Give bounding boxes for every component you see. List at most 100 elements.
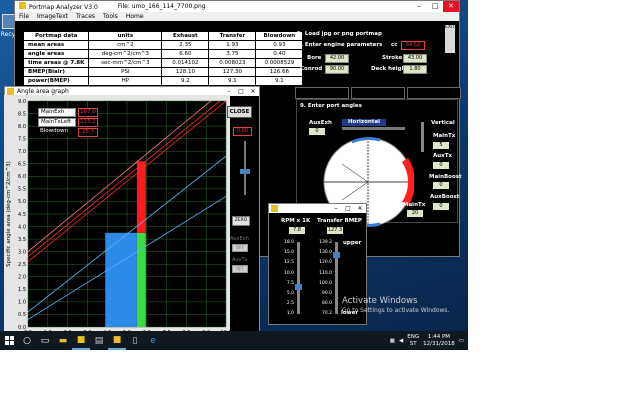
system-tray: ▦ ◀ ENG ST 1:44 PM 12/31/2018 ▭ [390, 331, 464, 350]
table-cell: 6.60 [161, 49, 210, 59]
barrel-adjust-track[interactable] [244, 141, 246, 195]
search-icon[interactable]: ○ [18, 331, 36, 350]
bore-input[interactable]: 42.00 [325, 54, 349, 63]
y-tick-label: 7.5 [18, 136, 26, 142]
store-icon[interactable]: ▤ [90, 331, 108, 350]
maintx-label: MainTx [433, 133, 456, 139]
clock-date: 12/31/2018 [423, 340, 455, 347]
input-language[interactable]: ENG ST [407, 334, 419, 348]
maximize-button[interactable]: □ [342, 204, 354, 213]
vertical-slider[interactable] [421, 122, 424, 152]
maintx-angle-input[interactable]: 20 [407, 210, 423, 217]
notification-icon[interactable]: ▭ [459, 338, 464, 344]
bore-label: Bore [307, 55, 322, 61]
table-cell: 3.75 [208, 49, 257, 59]
y-axis-label: Specific angle area (deg-cm^2/cm^3) [6, 161, 12, 267]
auxtx-toggle[interactable]: OFF [232, 265, 248, 273]
minimize-button[interactable]: – [411, 1, 427, 12]
menu-file[interactable]: File [19, 13, 29, 20]
table-cell: 9.1 [208, 76, 257, 86]
row-label: angle areas [22, 49, 90, 59]
edge-browser-icon[interactable]: e [144, 331, 162, 350]
tab-3[interactable] [407, 87, 461, 99]
mainboost-input[interactable]: 0 [433, 182, 449, 189]
recycle-bin-icon [1, 14, 15, 29]
rpm-slider-thumb[interactable] [295, 284, 302, 290]
volume-icon[interactable]: ◀ [399, 338, 403, 344]
bmep-slider-thumb[interactable] [333, 252, 340, 258]
menu-tools[interactable]: Tools [103, 13, 118, 20]
maximize-button[interactable]: □ [235, 87, 247, 96]
network-icon[interactable]: ▦ [390, 338, 395, 344]
minimize-button[interactable]: – [330, 204, 342, 213]
bmep-scale-tick: 120.0 [319, 260, 332, 266]
rpm-scale-tick: 15.0 [283, 250, 294, 256]
zero-button[interactable]: ZERO [232, 216, 250, 226]
y-tick-label: 6.0 [18, 174, 26, 180]
menu-traces[interactable]: Traces [76, 13, 95, 20]
table-row: angle areas deg-cm^2/cm^3 6.60 3.75 0.40 [22, 49, 304, 59]
file-explorer-icon[interactable]: ▬ [54, 331, 72, 350]
y-tick-label: 2.0 [18, 275, 26, 281]
deck-height-input[interactable]: 1.80 [403, 65, 427, 74]
clock[interactable]: 1:44 PM 12/31/2018 [423, 334, 455, 348]
menu-imagetext[interactable]: ImageText [37, 13, 68, 20]
auxexh-toggle[interactable]: OFF [232, 244, 248, 252]
maintx-input[interactable]: 5 [433, 142, 449, 149]
row-label: power(BMEP) [22, 76, 90, 86]
clock-time: 1:44 PM [427, 333, 451, 340]
maximize-button[interactable]: □ [427, 1, 443, 12]
table-cell: PSI [88, 67, 163, 77]
y-tick-label: 4.5 [18, 212, 26, 218]
y-tick-label: 0.0 [18, 325, 26, 331]
table-row: BMEP(Blair) PSI 128.10 127.30 126.66 [22, 67, 304, 77]
engine-parameters-panel: 1. Load jpg or png portmap 2. Enter engi… [293, 25, 455, 87]
taskbar: ○ ▭ ▬ ■ ▤ ■ ▯ e ▦ ◀ ENG ST 1:44 PM 12/31… [0, 331, 468, 350]
labview-taskbar-icon-2[interactable]: ■ [108, 331, 126, 350]
task-view-icon[interactable]: ▭ [36, 331, 54, 350]
close-window-button[interactable]: ✕ [354, 204, 366, 213]
rpm-scale-tick: 5.0 [286, 291, 294, 297]
close-window-button[interactable]: ✕ [443, 1, 459, 12]
auxboost-input[interactable]: 0 [433, 203, 449, 210]
notepad-icon[interactable]: ▯ [126, 331, 144, 350]
rpm-title-bar[interactable]: – □ ✕ [269, 204, 366, 213]
table-cell: 128.10 [161, 67, 210, 77]
stroke-input[interactable]: 43.00 [403, 54, 427, 63]
menu-home[interactable]: Home [126, 13, 144, 20]
legend-mainexh-label[interactable]: MainExh [38, 108, 76, 117]
horizontal-slider[interactable] [342, 127, 405, 130]
rpm-input[interactable]: 7.8 [289, 227, 305, 234]
region-code: ST [409, 340, 417, 347]
rpm-label: RPM x 1K [281, 218, 311, 224]
exit-button[interactable]: EXIT [445, 25, 455, 53]
table-row: time areas @ 7.8K sec-mm^2/cm^3 0.014102… [22, 58, 304, 68]
app-icon [271, 205, 278, 212]
rpm-scale-tick: 18.0 [283, 240, 294, 245]
close-window-button[interactable]: ✕ [247, 87, 259, 96]
graph-close-button[interactable]: CLOSE [227, 106, 252, 118]
table-row: mean areas cm^2 2.35 1.93 0.93 [22, 40, 304, 50]
auxexh-toggle-label: AuxExh [230, 236, 249, 242]
maintx-angle-label: MainTx [403, 202, 426, 208]
tab-2[interactable] [351, 87, 405, 99]
barrel-adjust-slider-thumb[interactable] [240, 169, 250, 174]
table-cell: sec-mm^2/cm^3 [88, 58, 163, 68]
legend-blowdown-value: 25.7 [78, 128, 98, 137]
barrel-adjust-label: mm Barrel Adjust [231, 196, 251, 214]
auxexh-angle-input[interactable]: 0 [309, 128, 325, 135]
table-cell: 2.35 [161, 40, 210, 50]
cc-value: 59.52 [401, 41, 425, 50]
rpm-slider-track[interactable] [297, 242, 300, 314]
tab-1[interactable] [295, 87, 349, 99]
conrod-input[interactable]: 90.00 [325, 65, 349, 74]
y-tick-label: 9.0 [18, 99, 26, 105]
activate-windows-watermark: Activate Windows Go to Settings to activ… [342, 296, 449, 314]
labview-taskbar-icon[interactable]: ■ [72, 331, 90, 350]
legend-maintxleft-label[interactable]: MainTxLeft [38, 118, 76, 127]
main-title-bar[interactable]: Portmap Analyzer V3.0 File: umo_166_114_… [15, 1, 459, 12]
tab-strip [295, 87, 461, 99]
bar-transfer [105, 232, 137, 327]
start-button[interactable] [0, 331, 18, 350]
auxtx-input[interactable]: 0 [433, 162, 449, 169]
